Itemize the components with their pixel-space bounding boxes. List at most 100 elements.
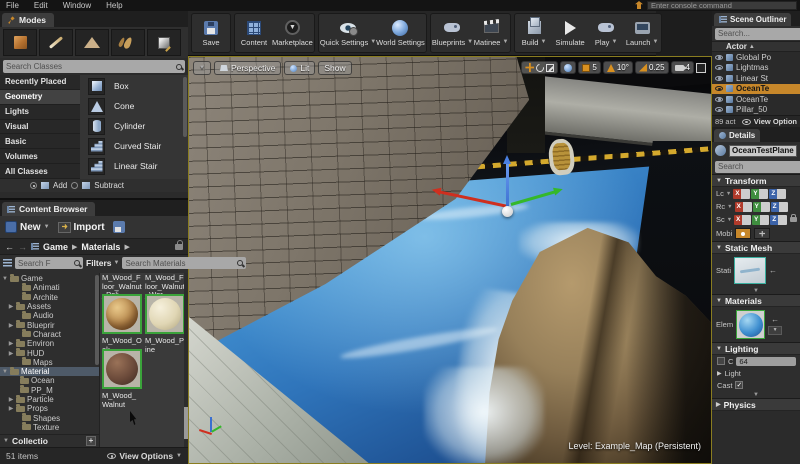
z-value-field[interactable] (778, 214, 788, 225)
gizmo-origin[interactable] (502, 206, 513, 217)
dropdown-caret-icon[interactable]: ▼ (726, 191, 731, 197)
visibility-eye-icon[interactable] (715, 54, 723, 60)
cast-shadows-checkbox[interactable]: ✓ (735, 381, 744, 389)
forward-button[interactable]: → (18, 242, 27, 252)
visibility-eye-icon[interactable] (715, 86, 723, 92)
build-button[interactable]: Build ▼ (516, 14, 552, 52)
world-settings-button[interactable]: World Settings (376, 14, 425, 52)
z-value-field[interactable] (778, 201, 788, 212)
scale-snap-control[interactable]: 0.25 (634, 61, 669, 74)
geometry-scrollbar[interactable] (183, 77, 187, 137)
search-assets-input[interactable] (125, 258, 236, 268)
mobility-movable-button[interactable] (754, 228, 771, 239)
visibility-eye-icon[interactable] (715, 75, 723, 81)
static-mesh-section-header[interactable]: ▼ Static Mesh (712, 241, 800, 254)
folder-tree-scrollbar[interactable] (95, 275, 99, 365)
lighting-checkbox[interactable] (717, 357, 725, 365)
folder-blueprints[interactable]: ▶ Blueprir (0, 320, 99, 330)
folder-textures[interactable]: Texture (0, 422, 99, 432)
quick-settings-button[interactable]: Quick Settings ▼ (320, 14, 376, 52)
geometry-item-cone[interactable]: Cone (88, 96, 188, 116)
lit-button[interactable]: Lit (284, 61, 316, 75)
category-geometry[interactable]: Geometry (0, 89, 80, 105)
outliner-row[interactable]: Linear St (712, 73, 800, 84)
tab-details[interactable]: Details (714, 129, 761, 142)
geometry-item-box[interactable]: Box (88, 76, 188, 96)
mobility-static-button[interactable] (735, 228, 752, 239)
dropdown-caret-icon[interactable]: ▼ (727, 204, 732, 210)
folder-ocean[interactable]: Ocean (0, 375, 99, 385)
search-folders-input[interactable] (18, 258, 72, 268)
folder-environments[interactable]: ▶ Environ (0, 338, 99, 348)
add-collection-button[interactable]: + (86, 436, 96, 446)
transform-section-header[interactable]: ▼ Transform (712, 174, 800, 187)
mode-paint-button[interactable] (39, 29, 73, 56)
filters-button[interactable]: Filters ▼ (86, 258, 119, 268)
asset-label[interactable]: M_Wood_Walnut (102, 391, 142, 409)
x-value-field[interactable] (741, 188, 751, 199)
blueprints-button[interactable]: Blueprints ▼ (432, 14, 473, 52)
lightmap-resolution-field[interactable]: 64 (736, 356, 796, 366)
tab-content-browser[interactable]: Content Browser (2, 202, 96, 216)
category-visual[interactable]: Visual (0, 120, 80, 135)
material-thumbnail[interactable] (736, 310, 766, 339)
mode-geometry-button[interactable] (147, 29, 181, 56)
visibility-eye-icon[interactable] (715, 107, 723, 113)
folder-game[interactable]: ▼ Game (0, 273, 99, 283)
folder-hud[interactable]: ▶ HUD (0, 348, 99, 358)
material-dropdown[interactable]: ▼ (768, 325, 783, 335)
import-button[interactable]: Import (57, 221, 105, 233)
browse-to-asset-icon[interactable]: ← (769, 266, 777, 275)
x-value-field[interactable] (742, 214, 752, 225)
folder-materials[interactable]: ▼ Material (0, 366, 99, 377)
folder-pp-m[interactable]: PP_M (0, 385, 99, 395)
outliner-search-input[interactable] (718, 29, 800, 38)
marketplace-button[interactable]: ▼ Marketplace (272, 14, 313, 52)
folder-characters[interactable]: Charact (0, 329, 99, 339)
camera-speed-control[interactable]: 4 (670, 61, 694, 74)
visibility-eye-icon[interactable] (715, 96, 723, 102)
subtract-radio[interactable] (71, 182, 79, 189)
folder-maps[interactable]: Maps (0, 357, 99, 367)
expand-arrow-icon[interactable]: ▶ (717, 370, 722, 377)
menu-window[interactable]: Window (63, 1, 91, 10)
menu-edit[interactable]: Edit (34, 1, 48, 10)
content-button[interactable]: Content (236, 14, 272, 52)
perspective-button[interactable]: Perspective (213, 61, 282, 75)
mode-landscape-button[interactable] (75, 29, 109, 56)
asset-label[interactable]: M_Wood_Pine (145, 336, 185, 354)
folder-architecture[interactable]: Archite (0, 292, 99, 302)
console-command-input[interactable] (647, 1, 797, 10)
matinee-button[interactable]: Matinee ▼ (473, 14, 509, 52)
grid-snap-control[interactable]: 5 (578, 61, 601, 74)
lock-icon[interactable] (175, 239, 183, 250)
move-tool-icon[interactable] (525, 63, 535, 72)
rotate-tool-icon[interactable] (534, 61, 546, 74)
tab-scene-outliner[interactable]: Scene Outliner (714, 13, 792, 26)
category-all-classes[interactable]: All Classes (0, 164, 80, 180)
y-value-field[interactable] (760, 214, 770, 225)
geometry-item-linear-stair[interactable]: Linear Stair (88, 156, 188, 176)
menu-help[interactable]: Help (106, 1, 122, 10)
folder-shapes[interactable]: Shapes (0, 413, 99, 423)
save-button[interactable]: Save (193, 14, 229, 52)
outliner-row-selected[interactable]: OceanTe (712, 83, 800, 94)
outliner-row[interactable]: Global Po (712, 52, 800, 63)
category-lights[interactable]: Lights (0, 105, 80, 120)
advanced-expand-icon[interactable]: ▼ (753, 392, 759, 398)
geometry-item-curved-stair[interactable]: Curved Stair (88, 136, 188, 156)
mode-foliage-button[interactable] (111, 29, 145, 56)
collections-bar[interactable]: ▼ Collectio + (0, 434, 99, 447)
show-button[interactable]: Show (318, 61, 352, 75)
folder-audio[interactable]: Audio (0, 310, 99, 320)
x-value-field[interactable] (742, 201, 752, 212)
asset-thumbnail-m-wood-oak[interactable] (102, 294, 142, 334)
actor-column-header[interactable]: Actor (726, 42, 747, 51)
launch-button[interactable]: Launch ▼ (624, 14, 660, 52)
y-value-field[interactable] (760, 201, 770, 212)
search-classes-input[interactable] (6, 62, 174, 71)
menu-file[interactable]: File (6, 1, 19, 10)
viewport[interactable]: Level: Example_Map (Persistent) ▼ Perspe… (188, 56, 712, 464)
tab-modes[interactable]: Modes (2, 13, 54, 27)
mode-place-button[interactable] (3, 29, 37, 56)
